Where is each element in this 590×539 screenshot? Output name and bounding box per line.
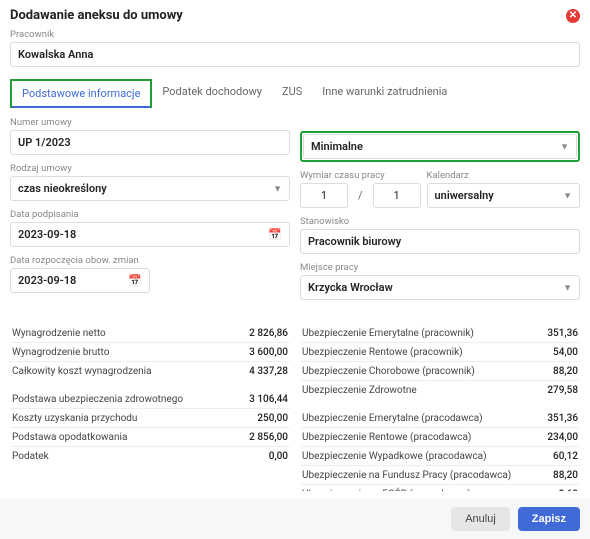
row-label: Podstawa ubezpieczenia zdrowotnego xyxy=(12,394,183,405)
table-row: Wynagrodzenie brutto 3 600,00 xyxy=(10,343,290,362)
row-value: 3,60 xyxy=(559,489,578,492)
row-label: Ubezpieczenie na Fundusz Pracy (pracodaw… xyxy=(302,470,511,481)
data-rozpoczecia-label: Data rozpoczęcia obow. zmian xyxy=(10,255,150,266)
miejsce-label: Miejsce pracy xyxy=(300,262,580,273)
row-label: Całkowity koszt wynagrodzenia xyxy=(12,366,152,377)
kalendarz-select[interactable]: uniwersalny xyxy=(427,183,580,208)
numer-umowy-field[interactable]: UP 1/2023 xyxy=(10,130,290,155)
save-button[interactable]: Zapisz xyxy=(518,507,580,531)
row-label: Ubezpieczenie Emerytalne (pracodawca) xyxy=(302,413,483,424)
row-label: Ubezpieczenie Zdrowotne xyxy=(302,385,417,396)
table-row: Ubezpieczenie Emerytalne (pracownik) 351,… xyxy=(300,324,580,343)
row-value: 60,12 xyxy=(553,451,578,462)
row-value: 54,00 xyxy=(553,347,578,358)
data-rozpoczecia-field[interactable]: 2023-09-18 📅 xyxy=(10,268,150,293)
data-rozpoczecia-value: 2023-09-18 xyxy=(18,274,76,287)
rodzaj-umowy-label: Rodzaj umowy xyxy=(10,163,290,174)
table-row: Wynagrodzenie netto 2 826,86 xyxy=(10,324,290,343)
tab-basic[interactable]: Podstawowe informacje xyxy=(10,79,152,108)
footer: Anuluj Zapisz xyxy=(0,499,590,539)
row-value: 351,36 xyxy=(547,413,578,424)
close-icon[interactable]: ✕ xyxy=(566,9,580,23)
calendar-icon: 📅 xyxy=(268,228,282,241)
cancel-button[interactable]: Anuluj xyxy=(451,507,510,531)
ubezpieczenie-pracownik-table: Ubezpieczenie Emerytalne (pracownik) 351,… xyxy=(300,324,580,399)
row-value: 351,36 xyxy=(547,328,578,339)
numer-umowy-label: Numer umowy xyxy=(10,117,290,128)
table-row: Ubezpieczenie Emerytalne (pracodawca) 351… xyxy=(300,409,580,428)
wynagrodzenie-table: Wynagrodzenie netto2 826,86Wynagrodzenie… xyxy=(10,324,290,380)
row-label: Ubezpieczenie Wypadkowe (pracodawca) xyxy=(302,451,487,462)
table-row: Ubezpieczenie Rentowe (pracodawca) 234,00 xyxy=(300,428,580,447)
tab-other[interactable]: Inne warunki zatrudnienia xyxy=(312,79,457,108)
row-label: Wynagrodzenie netto xyxy=(12,328,106,339)
ubezpieczenie-pracodawca-table: Ubezpieczenie Emerytalne (pracodawca) 351… xyxy=(300,409,580,491)
row-value: 2 856,00 xyxy=(249,432,288,443)
row-value: 279,58 xyxy=(547,385,578,396)
table-row: Ubezpieczenie Rentowe (pracownik) 54,00 xyxy=(300,343,580,362)
row-value: 3 106,44 xyxy=(249,394,288,405)
row-value: 0,00 xyxy=(269,451,288,462)
minimalne-select[interactable]: Minimalne xyxy=(303,134,577,159)
tab-zus[interactable]: ZUS xyxy=(272,79,312,108)
row-label: Wynagrodzenie brutto xyxy=(12,347,109,358)
wymiar-separator: / xyxy=(356,189,365,208)
row-value: 3 600,00 xyxy=(249,347,288,358)
row-label: Podstawa opodatkowania xyxy=(12,432,127,443)
kalendarz-label: Kalendarz xyxy=(427,170,580,181)
data-podpisania-label: Data podpisania xyxy=(10,209,290,220)
row-value: 4 337,28 xyxy=(249,366,288,377)
row-value: 250,00 xyxy=(257,413,288,424)
row-label: Ubezpieczenie Rentowe (pracownik) xyxy=(302,347,463,358)
row-label: Podatek xyxy=(12,451,49,462)
table-row: Podstawa ubezpieczenia zdrowotnego 3 106,… xyxy=(10,390,290,409)
table-row: Ubezpieczenie na Fundusz Pracy (pracodaw… xyxy=(300,466,580,485)
stanowisko-label: Stanowisko xyxy=(300,216,580,227)
table-row: Podstawa opodatkowania 2 856,00 xyxy=(10,428,290,447)
row-value: 234,00 xyxy=(547,432,578,443)
wymiar-a-field[interactable]: 1 xyxy=(300,183,348,208)
tabs: Podstawowe informacje Podatek dochodowy … xyxy=(10,79,580,109)
row-label: Ubezpieczenie na FGŚP (pracodawca) xyxy=(302,489,471,492)
row-value: 88,20 xyxy=(553,366,578,377)
tab-tax[interactable]: Podatek dochodowy xyxy=(152,79,272,108)
data-podpisania-field[interactable]: 2023-09-18 📅 xyxy=(10,222,290,247)
table-row: Całkowity koszt wynagrodzenia 4 337,28 xyxy=(10,362,290,380)
table-row: Ubezpieczenie Zdrowotne 279,58 xyxy=(300,381,580,399)
modal-title: Dodawanie aneksu do umowy xyxy=(10,8,183,23)
table-row: Ubezpieczenie Wypadkowe (pracodawca) 60,1… xyxy=(300,447,580,466)
table-row: Ubezpieczenie na FGŚP (pracodawca) 3,60 xyxy=(300,485,580,491)
data-podpisania-value: 2023-09-18 xyxy=(18,228,76,241)
stanowisko-field[interactable]: Pracownik biurowy xyxy=(300,229,580,254)
table-row: Koszty uzyskania przychodu 250,00 xyxy=(10,409,290,428)
row-label: Ubezpieczenie Emerytalne (pracownik) xyxy=(302,328,474,339)
calendar-icon: 📅 xyxy=(128,274,142,287)
row-value: 2 826,86 xyxy=(249,328,288,339)
podstawa-table: Podstawa ubezpieczenia zdrowotnego 3 106,… xyxy=(10,390,290,465)
table-row: Ubezpieczenie Chorobowe (pracownik) 88,20 xyxy=(300,362,580,381)
row-label: Ubezpieczenie Rentowe (pracodawca) xyxy=(302,432,471,443)
wymiar-b-field[interactable]: 1 xyxy=(373,183,421,208)
row-label: Ubezpieczenie Chorobowe (pracownik) xyxy=(302,366,475,377)
row-value: 88,20 xyxy=(553,470,578,481)
wymiar-label: Wymiar czasu pracy xyxy=(300,170,421,181)
employee-field[interactable]: Kowalska Anna xyxy=(10,42,580,67)
row-label: Koszty uzyskania przychodu xyxy=(12,413,137,424)
miejsce-select[interactable]: Krzycka Wrocław xyxy=(300,275,580,300)
rodzaj-umowy-select[interactable]: czas nieokreślony xyxy=(10,176,290,201)
table-row: Podatek 0,00 xyxy=(10,447,290,465)
employee-label: Pracownik xyxy=(10,29,580,40)
